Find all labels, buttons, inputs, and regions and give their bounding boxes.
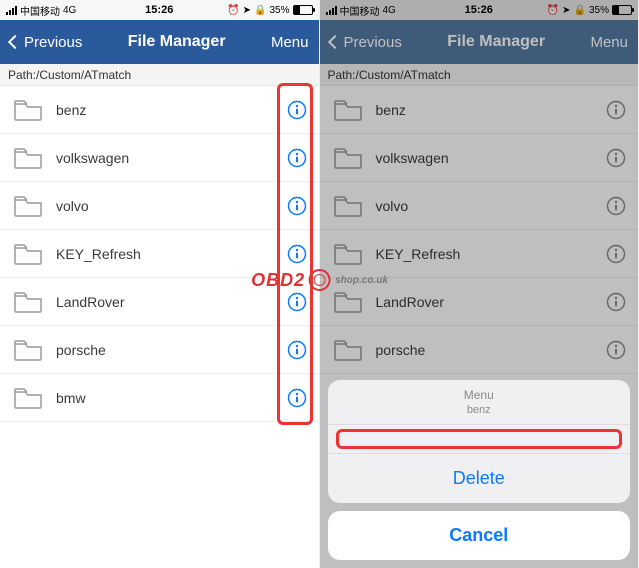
folder-row[interactable]: KEY_Refresh	[320, 230, 639, 278]
screenshot-left: 中国移动 4G 15:26 ⏰ ➤ 🔒 35% Previous File Ma…	[0, 0, 320, 568]
status-bar: 中国移动 4G 15:26 ⏰ ➤ 🔒 35%	[320, 0, 639, 20]
folder-icon	[14, 195, 42, 217]
page-title: File Manager	[128, 33, 226, 51]
nav-bar: Previous File Manager Menu	[320, 20, 639, 64]
battery-icon	[293, 5, 313, 15]
info-icon[interactable]	[287, 196, 307, 216]
folder-label: LandRover	[56, 294, 287, 310]
folder-label: volkswagen	[376, 150, 607, 166]
folder-icon	[14, 243, 42, 265]
folder-label: volkswagen	[56, 150, 287, 166]
info-icon[interactable]	[287, 148, 307, 168]
folder-label: volvo	[376, 198, 607, 214]
folder-row[interactable]: volkswagen	[320, 134, 639, 182]
info-icon[interactable]	[606, 148, 626, 168]
battery-icon	[612, 5, 632, 15]
info-icon[interactable]	[287, 388, 307, 408]
folder-icon	[334, 147, 362, 169]
folder-row[interactable]: bmw	[0, 374, 319, 422]
folder-row[interactable]: benz	[0, 86, 319, 134]
back-button[interactable]: Previous	[330, 34, 402, 51]
page-title: File Manager	[447, 33, 545, 51]
action-sheet-subtitle: benz	[328, 404, 631, 425]
folder-row[interactable]: benz	[320, 86, 639, 134]
info-icon[interactable]	[287, 292, 307, 312]
folder-icon	[334, 339, 362, 361]
folder-row[interactable]: volvo	[320, 182, 639, 230]
back-label: Previous	[24, 34, 82, 51]
clock-label: 15:26	[0, 4, 319, 16]
info-icon[interactable]	[606, 100, 626, 120]
folder-label: LandRover	[376, 294, 607, 310]
nav-bar: Previous File Manager Menu	[0, 20, 319, 64]
folder-icon	[14, 339, 42, 361]
action-sheet-group: Menu benz Delete	[328, 380, 631, 503]
highlight-zip	[336, 429, 623, 449]
folder-icon	[334, 243, 362, 265]
delete-button[interactable]: Delete	[328, 454, 631, 503]
chevron-left-icon	[8, 35, 22, 49]
action-sheet-title: Menu	[328, 380, 631, 404]
folder-icon	[334, 291, 362, 313]
zip-button[interactable]	[328, 425, 631, 454]
folder-icon	[334, 195, 362, 217]
folder-label: benz	[56, 102, 287, 118]
folder-label: porsche	[56, 342, 287, 358]
path-bar: Path:/Custom/ATmatch	[320, 64, 639, 86]
info-icon[interactable]	[606, 292, 626, 312]
folder-row[interactable]: porsche	[0, 326, 319, 374]
folder-row[interactable]: volkswagen	[0, 134, 319, 182]
folder-list-right: benz volkswagen volvo KEY_Refresh LandRover p…	[320, 86, 639, 374]
info-icon[interactable]	[606, 196, 626, 216]
folder-label: KEY_Refresh	[376, 246, 607, 262]
folder-label: volvo	[56, 198, 287, 214]
back-button[interactable]: Previous	[10, 34, 82, 51]
folder-list-left: benz volkswagen volvo KEY_Refresh LandRover p…	[0, 86, 319, 422]
folder-row[interactable]: LandRover	[0, 278, 319, 326]
path-bar: Path:/Custom/ATmatch	[0, 64, 319, 86]
screenshot-right: 中国移动 4G 15:26 ⏰ ➤ 🔒 35% Previous File Ma…	[320, 0, 639, 568]
folder-label: bmw	[56, 390, 287, 406]
menu-button[interactable]: Menu	[271, 34, 309, 51]
folder-label: KEY_Refresh	[56, 246, 287, 262]
folder-row[interactable]: KEY_Refresh	[0, 230, 319, 278]
folder-row[interactable]: LandRover	[320, 278, 639, 326]
folder-icon	[334, 99, 362, 121]
folder-row[interactable]: volvo	[0, 182, 319, 230]
folder-icon	[14, 291, 42, 313]
info-icon[interactable]	[287, 244, 307, 264]
folder-row[interactable]: porsche	[320, 326, 639, 374]
info-icon[interactable]	[606, 244, 626, 264]
folder-icon	[14, 147, 42, 169]
folder-icon	[14, 387, 42, 409]
folder-label: porsche	[376, 342, 607, 358]
info-icon[interactable]	[287, 340, 307, 360]
action-sheet: Menu benz Delete Cancel	[328, 380, 631, 560]
info-icon[interactable]	[606, 340, 626, 360]
clock-label: 15:26	[320, 4, 639, 16]
chevron-left-icon	[327, 35, 341, 49]
cancel-button[interactable]: Cancel	[328, 511, 631, 560]
status-bar: 中国移动 4G 15:26 ⏰ ➤ 🔒 35%	[0, 0, 319, 20]
menu-button[interactable]: Menu	[590, 34, 628, 51]
folder-icon	[14, 99, 42, 121]
info-icon[interactable]	[287, 100, 307, 120]
back-label: Previous	[344, 34, 402, 51]
folder-label: benz	[376, 102, 607, 118]
